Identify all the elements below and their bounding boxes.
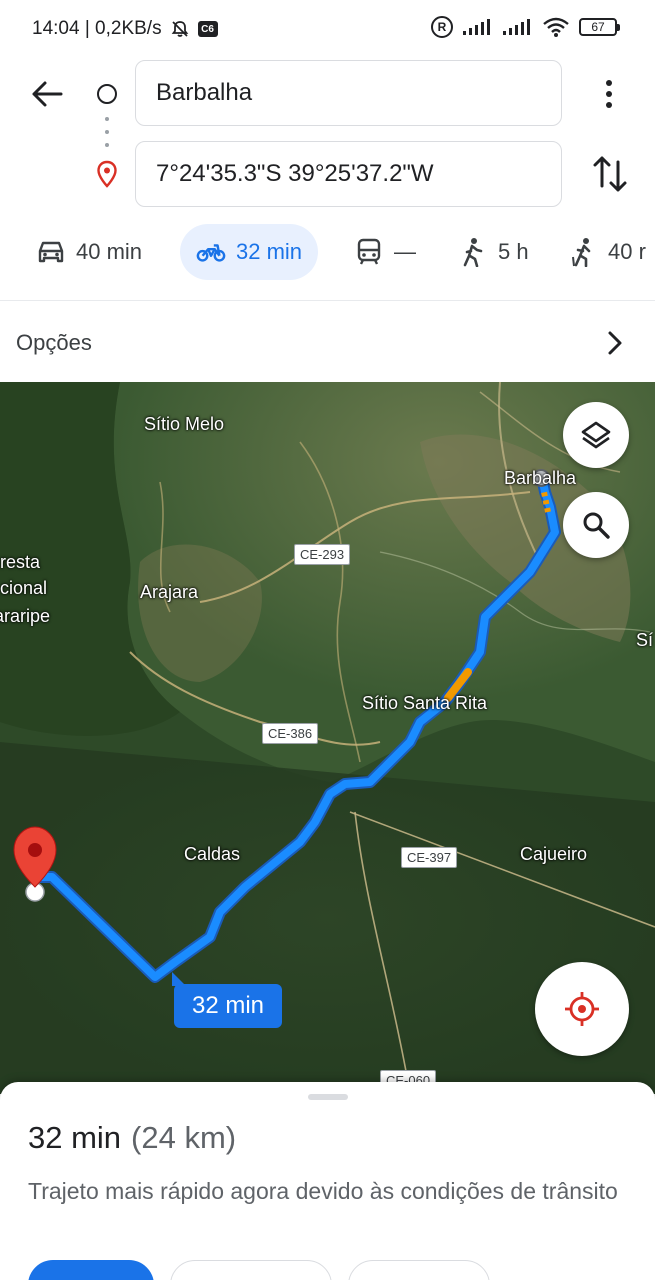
road-ce-386: CE-386 [262, 723, 319, 744]
place-sitio-melo: Sítio Melo [144, 414, 225, 434]
mode-transit[interactable]: — [354, 224, 416, 280]
route-distance: (24 km) [131, 1120, 237, 1155]
mode-motorcycle-label: 32 min [236, 239, 303, 264]
arrow-left-icon [32, 81, 63, 107]
route-time-badge[interactable]: 32 min [172, 972, 282, 1028]
chevron-right-icon [608, 331, 622, 355]
mode-ride[interactable]: 40 r [568, 224, 646, 280]
search-icon [583, 512, 610, 539]
route-reason: Trajeto mais rápido agora devido às cond… [28, 1178, 618, 1204]
status-time: 14:04 | 0,2KB/s [32, 18, 162, 39]
status-left: 14:04 | 0,2KB/s C6 [32, 18, 218, 40]
transit-icon [354, 237, 384, 267]
car-icon [36, 237, 66, 267]
start-button[interactable] [28, 1260, 154, 1280]
battery-icon: 67 [579, 18, 620, 36]
steps-button[interactable] [170, 1260, 332, 1280]
motorcycle-icon [196, 237, 226, 267]
mode-ride-label: 40 r [608, 239, 646, 264]
route-summary-sheet[interactable]: 32 min (24 km) Trajeto mais rápido agora … [0, 1082, 655, 1280]
place-arajara: Arajara [140, 582, 199, 602]
walk-icon [458, 237, 488, 267]
place-barbalha: Barbalha [504, 468, 577, 488]
destination-input[interactable]: 7°24'35.3"S 39°25'37.2"W [135, 141, 562, 207]
options-label: Opções [16, 330, 92, 355]
place-floresta-2: cional [0, 578, 48, 598]
swap-icon[interactable] [590, 152, 630, 196]
back-button[interactable] [22, 72, 72, 116]
place-sitio-santa-rita: Sítio Santa Rita [362, 693, 488, 713]
status-right: R 67 [431, 16, 620, 38]
layers-icon [581, 421, 611, 449]
recenter-button[interactable] [535, 962, 629, 1056]
road-ce-293: CE-293 [294, 544, 351, 565]
wifi-icon [543, 17, 569, 37]
mode-walk-label: 5 h [498, 239, 529, 264]
app-badge: C6 [197, 21, 218, 37]
mode-car-label: 40 min [76, 239, 143, 264]
signal-icon-1 [463, 19, 490, 35]
ride-icon [568, 237, 598, 267]
save-button[interactable] [348, 1260, 490, 1280]
registered-icon: R [431, 16, 453, 38]
place-floresta-3: araripe [0, 606, 51, 626]
road-ce-397: CE-397 [401, 847, 458, 868]
signal-icon-2 [503, 19, 530, 35]
place-caldas: Caldas [184, 844, 241, 864]
origin-input[interactable]: Barbalha [135, 60, 562, 126]
place-cajueiro: Cajueiro [520, 844, 588, 864]
place-floresta-1: resta [0, 552, 41, 572]
search-along-route-button[interactable] [563, 492, 629, 558]
crosshair-icon [565, 992, 599, 1026]
route-connector-dots [105, 117, 109, 147]
bell-off-icon [171, 21, 188, 37]
destination-pin-icon [97, 160, 117, 188]
mode-transit-label: — [394, 239, 416, 264]
more-options-button[interactable] [592, 72, 626, 116]
travel-modes: 40 min 32 min — 5 h 40 r [0, 224, 655, 282]
layers-button[interactable] [563, 402, 629, 468]
mode-walk[interactable]: 5 h [458, 224, 529, 280]
origin-circle-icon [97, 84, 117, 104]
route-summary: 32 min (24 km) [28, 1120, 236, 1156]
route-duration: 32 min [28, 1120, 122, 1155]
mode-motorcycle[interactable]: 32 min [180, 224, 319, 280]
map-view[interactable]: Sítio Melo Barbalha resta cional araripe… [0, 382, 655, 1094]
mode-car[interactable]: 40 min [36, 224, 142, 280]
sheet-drag-handle[interactable] [308, 1094, 348, 1100]
divider [0, 300, 655, 301]
options-row[interactable]: Opções [0, 312, 655, 374]
status-bar: 14:04 | 0,2KB/s C6 R 67 [0, 0, 655, 58]
place-edge-right: Sí [636, 630, 654, 650]
